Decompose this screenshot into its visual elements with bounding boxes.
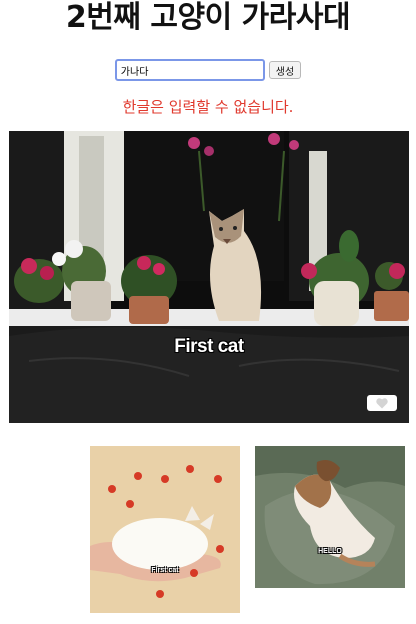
cat-form: 생성 bbox=[0, 59, 416, 81]
text-input[interactable] bbox=[114, 59, 265, 81]
like-button[interactable] bbox=[367, 395, 397, 411]
thumb-caption: First cat bbox=[151, 567, 179, 574]
page-title: 2번째 고양이 가라사대 bbox=[65, 0, 351, 35]
cat-photo bbox=[255, 446, 405, 588]
generate-button[interactable]: 생성 bbox=[268, 61, 302, 79]
heart-icon bbox=[376, 397, 388, 408]
main-cat-image: First cat bbox=[9, 131, 409, 423]
thumb-caption: HELLO bbox=[318, 548, 342, 555]
hero-caption: First cat bbox=[174, 336, 244, 357]
favorite-cat-card[interactable]: First cat bbox=[90, 446, 240, 613]
error-message: 한글은 입력할 수 없습니다. bbox=[122, 98, 294, 116]
cat-photo bbox=[9, 131, 409, 423]
favorite-cat-card[interactable]: HELLO bbox=[255, 446, 405, 588]
cat-photo bbox=[90, 446, 240, 613]
